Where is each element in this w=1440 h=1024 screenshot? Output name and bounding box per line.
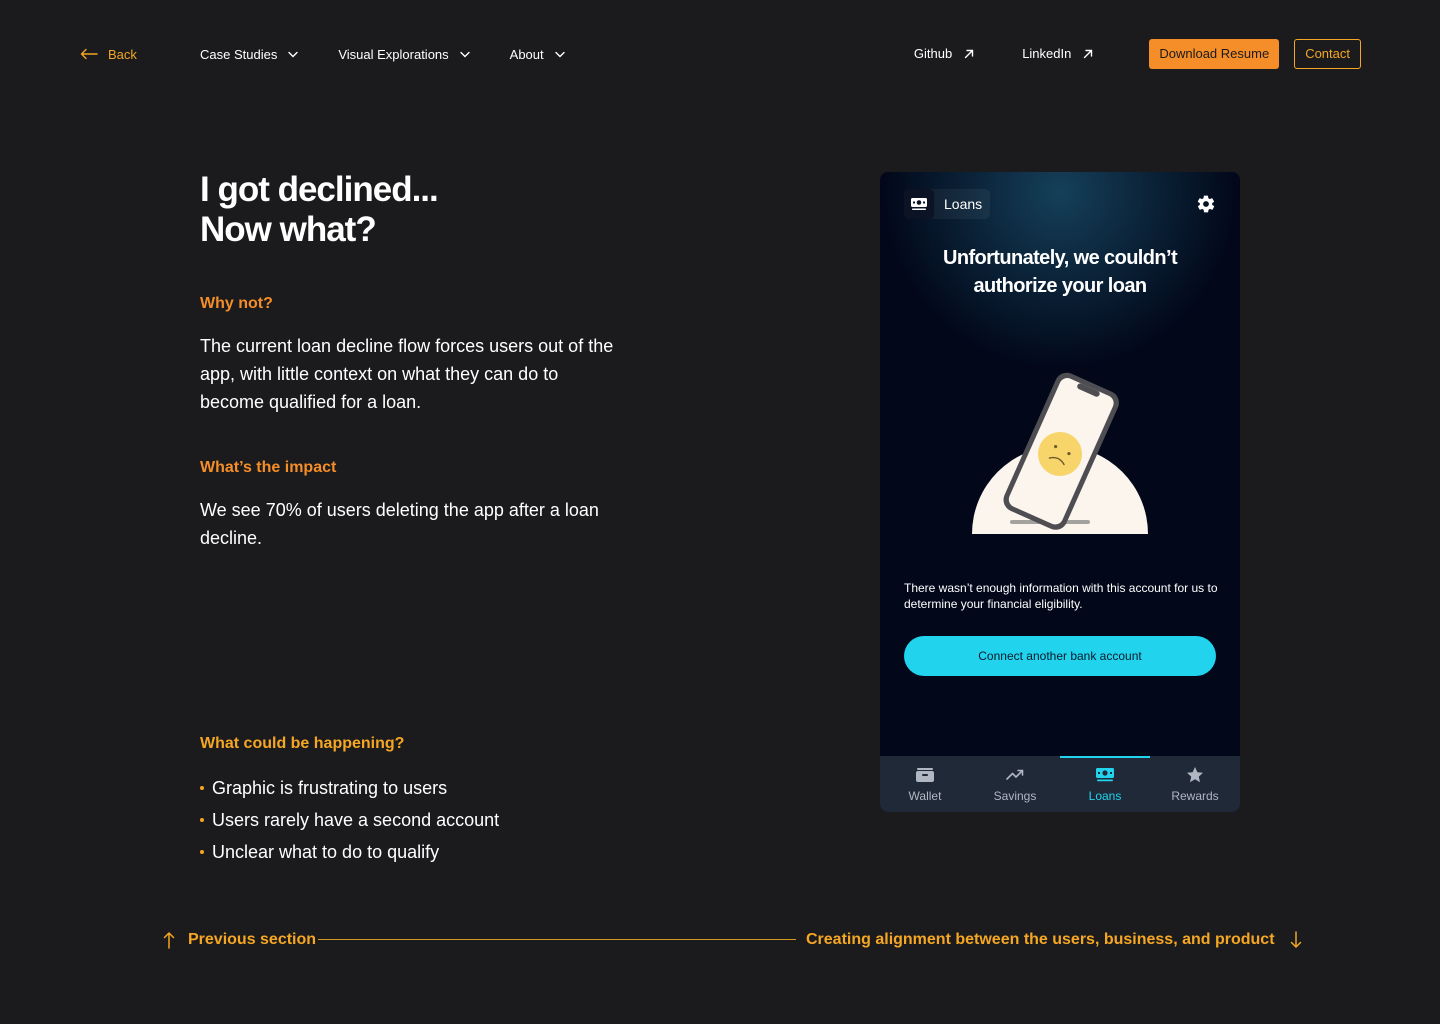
tab-loans[interactable]: Loans (1060, 756, 1150, 812)
menu-case-studies[interactable]: Case Studies (200, 46, 299, 62)
phone-mockup: Loans Unfortunately, we couldn’t authori… (880, 172, 1240, 812)
arrow-left-icon (80, 48, 98, 60)
arrow-down-icon (1290, 931, 1301, 948)
nav-actions: Github LinkedIn Download Resume Contact (914, 38, 1361, 69)
chevron-down-icon (554, 51, 565, 57)
arrow-up-right-icon (1084, 49, 1093, 58)
contact-button[interactable]: Contact (1294, 38, 1361, 69)
previous-section-link[interactable]: Previous section (163, 928, 316, 952)
menu-label: Case Studies (200, 46, 278, 62)
previous-section-label: Previous section (188, 931, 317, 948)
gear-icon[interactable] (1196, 194, 1216, 214)
trend-up-icon (1006, 769, 1024, 780)
connect-bank-button[interactable]: Connect another bank account (904, 636, 1216, 676)
loans-pill: Loans (904, 189, 991, 219)
tab-label: Loans (1088, 789, 1122, 803)
bullet-dot (200, 818, 204, 822)
decline-description: There wasn’t enough information with thi… (904, 581, 1218, 611)
sad-phone-illustration (972, 372, 1148, 534)
pill-label: Loans (944, 196, 983, 212)
phone-tab-bar: Wallet Savings Loans Rewards (880, 756, 1240, 812)
menu-label: About (509, 46, 544, 62)
top-nav: Back Case Studies Visual Explorations Ab… (0, 0, 1440, 108)
next-section-link[interactable]: Creating alignment between the users, bu… (806, 928, 1302, 952)
arrow-up-icon (163, 932, 175, 949)
github-label: Github (913, 46, 953, 61)
list-item: Users rarely have a second account (200, 804, 499, 836)
back-label: Back (108, 46, 137, 62)
tab-rewards[interactable]: Rewards (1150, 756, 1240, 812)
wallet-icon (916, 768, 934, 782)
tab-label: Savings (993, 789, 1037, 803)
menu-about[interactable]: About (510, 47, 565, 62)
star-icon (1187, 767, 1203, 783)
list-item-text: Graphic is frustrating to users (212, 778, 448, 798)
money-icon (904, 189, 934, 219)
impact-text: We see 70% of users deleting the app aft… (200, 500, 599, 548)
linkedin-link[interactable]: LinkedIn (1022, 46, 1093, 61)
why-not-heading: Why not? (200, 295, 273, 312)
page-title: I got declined... Now what? (200, 170, 620, 250)
chevron-down-icon (288, 51, 299, 57)
main-menu: Case Studies Visual Explorations About (200, 44, 605, 64)
download-resume-button[interactable]: Download Resume (1149, 38, 1280, 69)
hypothesis-list: Graphic is frustrating to users Users ra… (200, 772, 499, 868)
decline-title: Unfortunately, we couldn’t authorize you… (942, 247, 1178, 297)
next-section-label: Creating alignment between the users, bu… (806, 931, 1275, 948)
headline-line-2: Now what? (200, 210, 377, 249)
case-study-content: I got declined... Now what? Why not? The… (200, 170, 620, 862)
list-item: Graphic is frustrating to users (200, 772, 499, 804)
tab-wallet[interactable]: Wallet (880, 756, 970, 812)
list-item-text: Users rarely have a second account (212, 810, 500, 830)
back-link[interactable]: Back (80, 44, 137, 64)
phone-header: Loans (904, 189, 1216, 219)
tab-label: Rewards (1171, 789, 1219, 803)
menu-visual-explorations[interactable]: Visual Explorations (338, 46, 470, 62)
bullet-dot (200, 786, 204, 790)
why-not-text: The current loan decline flow forces use… (200, 336, 614, 412)
arrow-up-right-icon (964, 49, 974, 58)
money-icon (1096, 768, 1114, 782)
list-item-text: Unclear what to do to qualify (212, 842, 440, 862)
menu-label: Visual Explorations (338, 46, 449, 62)
section-divider (318, 939, 796, 940)
list-item: Unclear what to do to qualify (200, 836, 499, 868)
tab-savings[interactable]: Savings (970, 756, 1060, 812)
linkedin-label: LinkedIn (1022, 46, 1072, 61)
chevron-down-icon (459, 51, 470, 57)
impact-heading: What’s the impact (200, 459, 337, 476)
bullet-dot (200, 850, 204, 854)
tab-label: Wallet (908, 789, 942, 803)
github-link[interactable]: Github (914, 46, 974, 61)
headline-line-1: I got declined... (200, 170, 439, 209)
happening-heading: What could be happening? (200, 735, 405, 752)
